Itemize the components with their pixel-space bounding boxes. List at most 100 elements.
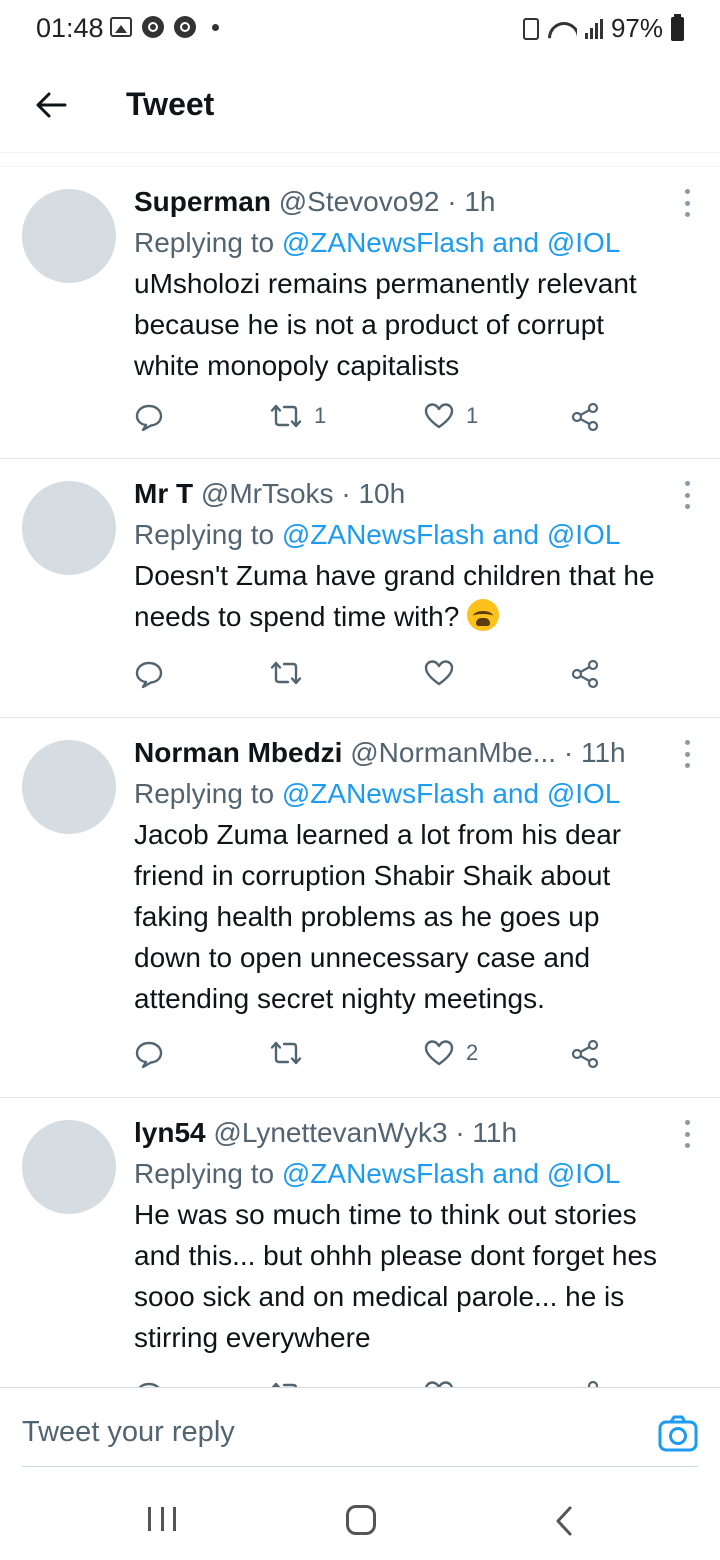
- replying-label: Replying to: [134, 227, 275, 258]
- user-handle[interactable]: @LynettevanWyk3: [213, 1117, 447, 1148]
- recent-apps-button[interactable]: [148, 1507, 176, 1535]
- display-name[interactable]: Norman Mbedzi: [134, 737, 342, 768]
- user-handle[interactable]: @Stevovo92: [279, 186, 440, 217]
- app-notification-icon: [142, 16, 164, 38]
- like-button[interactable]: [424, 659, 466, 687]
- retweet-button[interactable]: [270, 1380, 314, 1387]
- more-options-button[interactable]: [682, 189, 692, 217]
- more-options-button[interactable]: [682, 481, 692, 509]
- retweet-button[interactable]: [270, 659, 314, 687]
- wifi-icon: [547, 18, 577, 40]
- replying-to-link[interactable]: @ZANewsFlash and @IOL: [282, 1158, 621, 1189]
- share-icon: [571, 659, 599, 689]
- status-time: 01:48: [36, 13, 104, 43]
- replying-to: Replying to @ZANewsFlash and @IOL: [134, 1154, 668, 1194]
- separator-dot: ·: [455, 1117, 465, 1148]
- crying-face-emoji-icon: [467, 599, 500, 631]
- system-back-button[interactable]: [550, 1505, 580, 1537]
- share-button[interactable]: [570, 659, 600, 689]
- reply-button[interactable]: [134, 402, 164, 432]
- gallery-icon: [110, 17, 132, 37]
- battery-percent: 97%: [610, 13, 663, 43]
- user-handle[interactable]: @NormanMbe...: [350, 737, 556, 768]
- separator-dot: ·: [341, 478, 351, 509]
- reply-button[interactable]: [134, 1039, 164, 1069]
- display-name[interactable]: Mr T: [134, 478, 193, 509]
- share-button[interactable]: [570, 1380, 600, 1387]
- system-navigation-bar: [0, 1481, 720, 1560]
- share-button[interactable]: [570, 402, 600, 432]
- more-options-button[interactable]: [682, 740, 692, 768]
- tweet-actions: 1 1: [134, 386, 720, 458]
- replies-list[interactable]: Superman @Stevovo92 · 1h Replying to @ZA…: [0, 167, 720, 1387]
- more-options-button[interactable]: [682, 1120, 692, 1148]
- retweet-icon: [270, 1041, 302, 1065]
- tweet-actions: [134, 1358, 720, 1387]
- avatar[interactable]: [22, 740, 116, 834]
- retweet-icon: [270, 404, 302, 428]
- heart-icon: [424, 403, 454, 429]
- tweet-actions: 2: [134, 1019, 720, 1097]
- avatar[interactable]: [22, 1120, 116, 1214]
- camera-button[interactable]: [658, 1414, 698, 1454]
- share-button[interactable]: [570, 1039, 600, 1069]
- battery-icon: [671, 13, 684, 41]
- retweet-button[interactable]: 1: [270, 402, 326, 430]
- share-icon: [571, 402, 599, 432]
- status-bar: 01:48 97%: [0, 0, 720, 58]
- tweet-actions: [134, 637, 720, 717]
- share-icon: [571, 1039, 599, 1069]
- tweet-text: He was so much time to think out stories…: [134, 1199, 658, 1353]
- display-name[interactable]: Superman: [134, 186, 271, 217]
- tweet-card[interactable]: lyn54 @LynettevanWyk3 · 11h Replying to …: [0, 1098, 720, 1387]
- tweet-header: Superman @Stevovo92 · 1h: [134, 185, 668, 219]
- tweet-header: Norman Mbedzi @NormanMbe... · 11h: [134, 736, 668, 770]
- user-handle[interactable]: @MrTsoks: [201, 478, 334, 509]
- tweet-text-container: Doesn't Zuma have grand children that he…: [134, 555, 668, 637]
- back-button[interactable]: [26, 80, 76, 130]
- lock-icon: [522, 17, 539, 40]
- tweet-time: 11h: [580, 737, 626, 768]
- display-name[interactable]: lyn54: [134, 1117, 206, 1148]
- retweet-icon: [270, 661, 302, 685]
- avatar[interactable]: [22, 481, 116, 575]
- reply-button[interactable]: [134, 1380, 164, 1387]
- tweet-time: 1h: [464, 186, 496, 217]
- home-button[interactable]: [346, 1505, 376, 1535]
- page-title: Tweet: [126, 86, 215, 122]
- more-notifications-dot-icon: [212, 23, 219, 31]
- retweet-button[interactable]: [270, 1039, 314, 1067]
- tweet-time: 11h: [472, 1117, 518, 1148]
- replying-to-link[interactable]: @ZANewsFlash and @IOL: [282, 227, 621, 258]
- signal-icon: [584, 18, 603, 39]
- reply-input[interactable]: Tweet your reply: [22, 1416, 235, 1449]
- tweet-card[interactable]: Mr T @MrTsoks · 10h Replying to @ZANewsF…: [0, 459, 720, 718]
- heart-icon: [424, 1040, 454, 1066]
- replying-label: Replying to: [134, 1158, 275, 1189]
- like-button[interactable]: [424, 1380, 466, 1387]
- retweet-icon: [271, 1382, 298, 1387]
- replying-label: Replying to: [134, 778, 275, 809]
- replying-to-link[interactable]: @ZANewsFlash and @IOL: [282, 519, 621, 550]
- like-button[interactable]: 1: [424, 402, 478, 430]
- input-underline: [22, 1466, 698, 1467]
- tweet-card[interactable]: Norman Mbedzi @NormanMbe... · 11h Replyi…: [0, 718, 720, 1098]
- like-button[interactable]: 2: [424, 1039, 478, 1067]
- arrow-left-icon: [36, 92, 67, 118]
- top-app-bar: Tweet: [0, 58, 720, 153]
- avatar[interactable]: [22, 189, 116, 283]
- comment-icon: [135, 661, 163, 689]
- tweet-card[interactable]: Superman @Stevovo92 · 1h Replying to @ZA…: [0, 167, 720, 459]
- tweet-header: lyn54 @LynettevanWyk3 · 11h: [134, 1116, 668, 1150]
- replying-to-link[interactable]: @ZANewsFlash and @IOL: [282, 778, 621, 809]
- comment-icon: [135, 1041, 163, 1069]
- reply-button[interactable]: [134, 659, 164, 689]
- replying-to: Replying to @ZANewsFlash and @IOL: [134, 774, 668, 814]
- replying-label: Replying to: [134, 519, 275, 550]
- like-count: 1: [466, 403, 479, 428]
- tweet-header: Mr T @MrTsoks · 10h: [134, 477, 668, 511]
- app-notification-icon: [174, 16, 196, 38]
- replying-to: Replying to @ZANewsFlash and @IOL: [134, 515, 668, 555]
- heart-icon: [425, 1381, 453, 1387]
- tweet-text: Doesn't Zuma have grand children that he…: [134, 560, 655, 632]
